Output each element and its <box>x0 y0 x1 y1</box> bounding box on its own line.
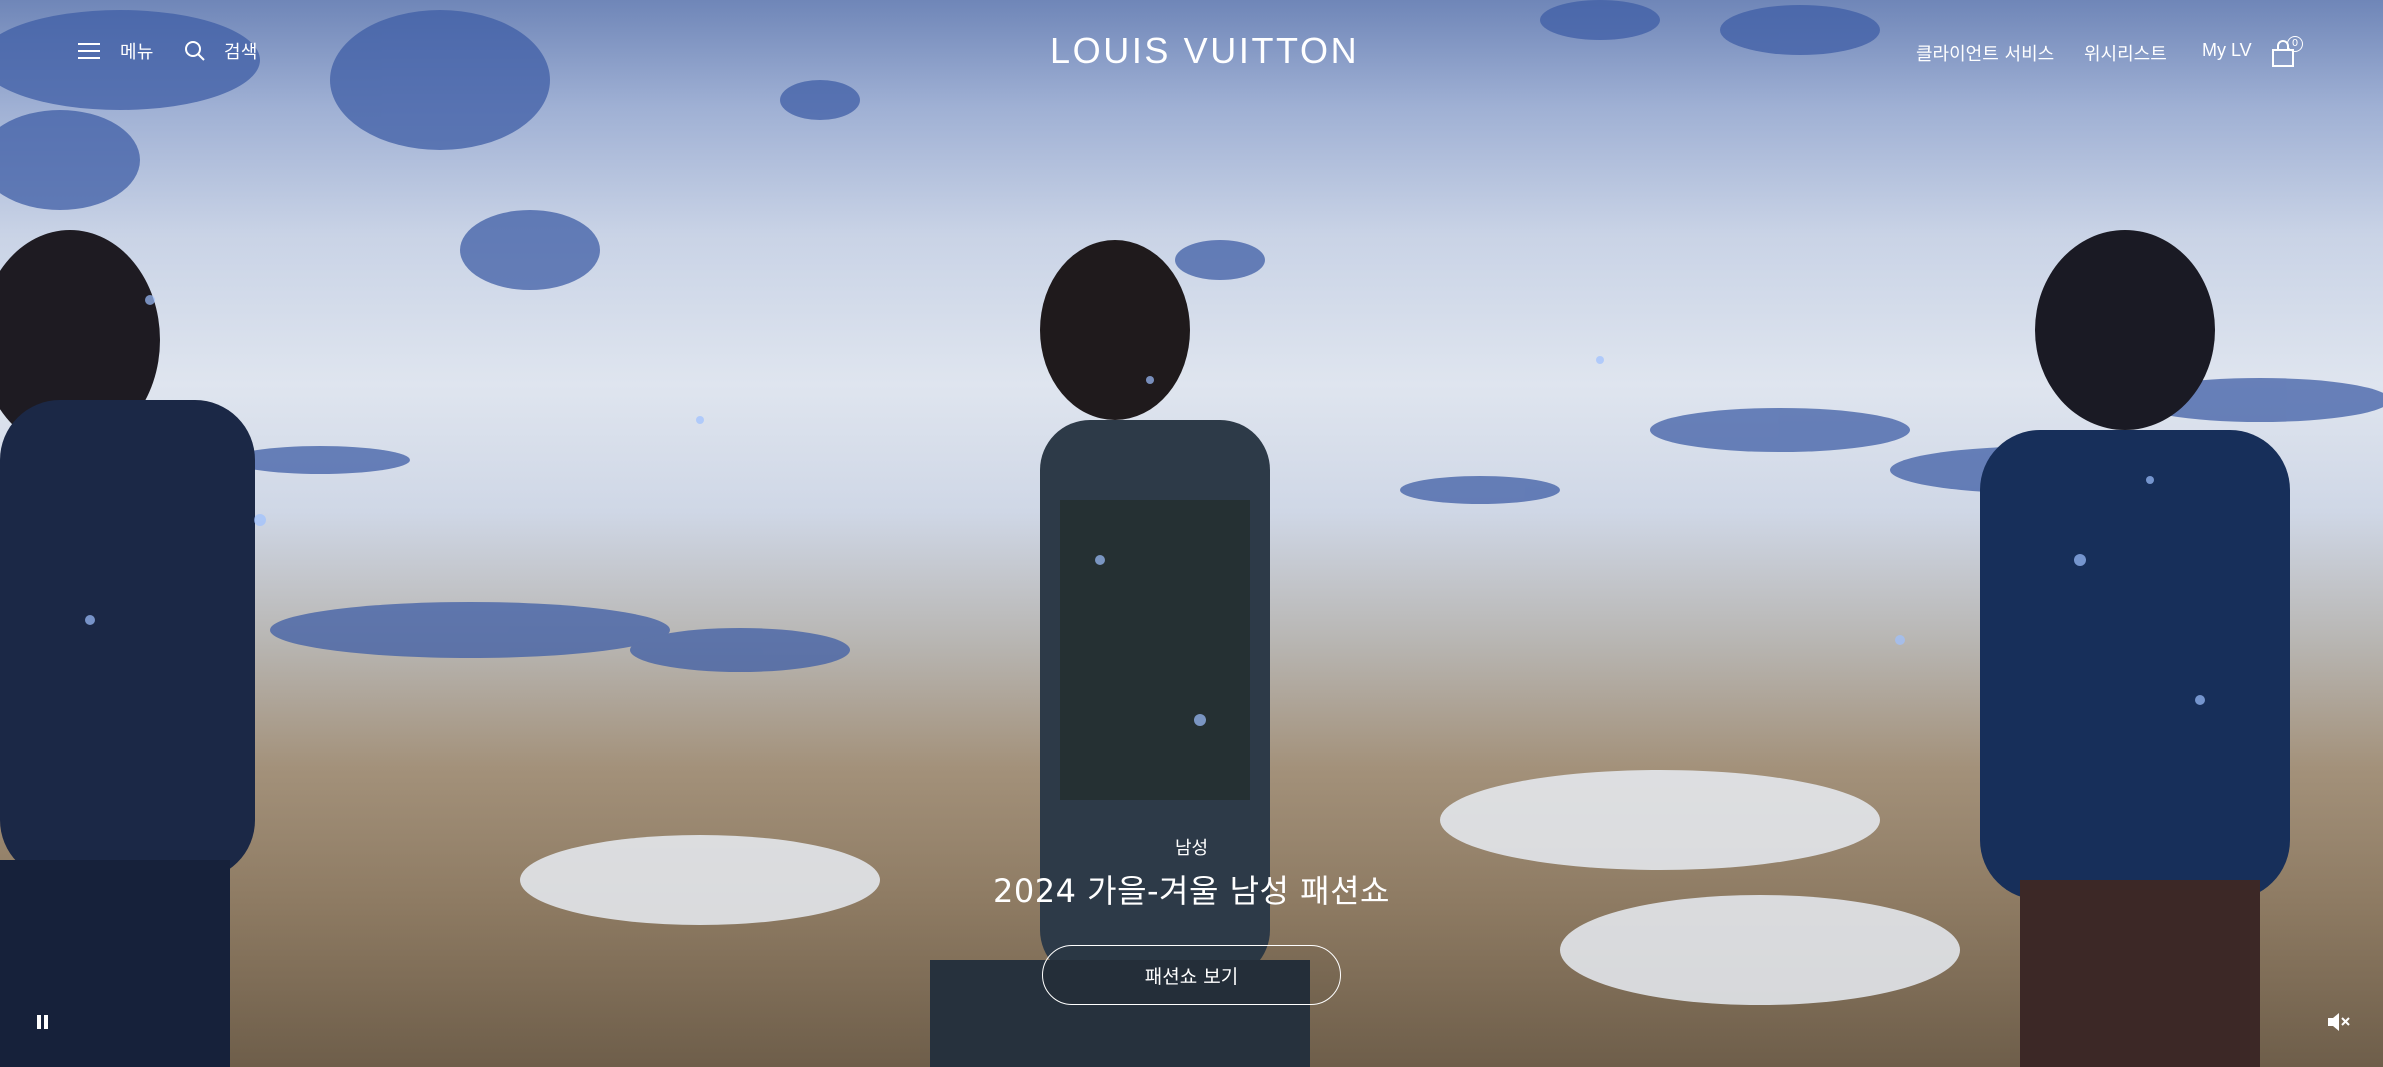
hamburger-icon <box>78 43 100 59</box>
menu-label: 메뉴 <box>120 42 154 63</box>
search-icon <box>185 41 205 61</box>
hero-category: 남성 <box>1174 838 1209 859</box>
client-services-link[interactable]: 클라이언트 서비스 <box>1916 40 2054 66</box>
hero-title: 2024 가을-겨울 남성 패션쇼 <box>993 872 1390 910</box>
my-lv-link[interactable]: My LV <box>2202 40 2252 61</box>
site-header: 메뉴 검색 LOUIS VUITTON 클라이언트 서비스 위시리스트 My L… <box>0 0 2383 110</box>
muted-speaker-icon[interactable] <box>2326 1010 2352 1034</box>
search-button[interactable]: 검색 <box>184 38 258 64</box>
menu-button[interactable]: 메뉴 <box>78 38 154 64</box>
brand-logo[interactable]: LOUIS VUITTON <box>1050 30 1357 72</box>
search-label: 검색 <box>224 42 258 63</box>
wishlist-link[interactable]: 위시리스트 <box>2084 40 2167 66</box>
view-fashion-show-button[interactable]: 패션쇼 보기 <box>1042 945 1341 1005</box>
pause-icon[interactable] <box>34 1013 52 1031</box>
bag-count-badge: 0 <box>2287 36 2303 52</box>
